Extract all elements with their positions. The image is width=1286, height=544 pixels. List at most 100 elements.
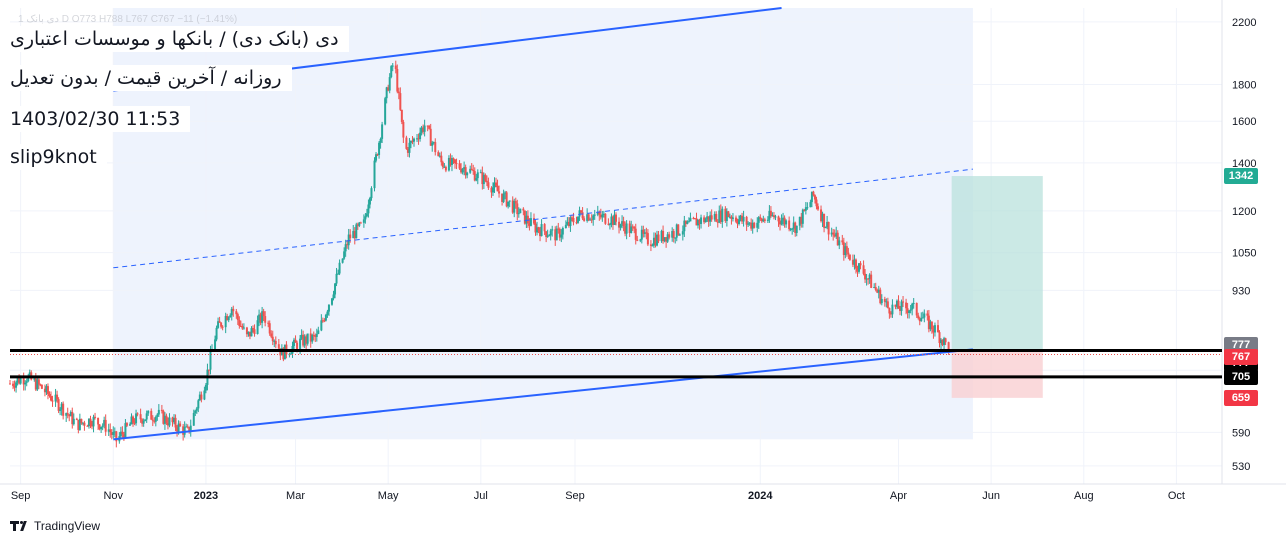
candle-body [12, 383, 15, 386]
candle-body [37, 379, 40, 385]
candle-body [83, 422, 86, 426]
candle-body [441, 162, 444, 167]
candle-body [242, 327, 245, 329]
candle-body [48, 393, 51, 397]
candle-body [264, 316, 267, 323]
candle-body [400, 109, 403, 122]
candle-body [886, 301, 889, 308]
price-tag-767: 767 [1224, 348, 1258, 365]
candle-body [845, 246, 848, 253]
candle-body [526, 215, 529, 224]
candle-body [936, 325, 939, 333]
candle-body [274, 340, 277, 345]
x-tick-label: Jul [474, 490, 488, 502]
x-tick-label: Jun [982, 490, 1000, 502]
candle-body [413, 138, 415, 142]
candle-body [160, 409, 163, 411]
candle-body [296, 342, 299, 350]
candle-body [912, 303, 915, 305]
candle-body [343, 251, 346, 259]
candle-body [92, 416, 95, 427]
candle-body [634, 228, 637, 240]
candle-body [678, 234, 681, 236]
candle-body [391, 65, 394, 67]
y-tick-label: 1200 [1232, 206, 1256, 218]
candle-body [454, 159, 457, 164]
candle-body [394, 65, 397, 70]
candle-body [320, 320, 323, 331]
candle-body [823, 213, 826, 228]
candle-body [615, 214, 617, 222]
candle-body [522, 208, 525, 211]
candle-body [452, 158, 455, 160]
candle-body [891, 304, 894, 315]
price-tag-1342: 1342 [1224, 168, 1258, 185]
candle-body [145, 413, 148, 420]
candle-body [59, 409, 62, 411]
candle-body [221, 326, 224, 328]
candle-body [734, 217, 737, 222]
candle-body [812, 191, 815, 196]
candle-body [458, 163, 461, 169]
candle-body [888, 307, 891, 314]
candle-body [848, 254, 851, 260]
candle-body [466, 172, 469, 176]
candle-body [330, 298, 333, 305]
candle-body [933, 325, 936, 333]
candle-body [909, 309, 912, 311]
candle-body [847, 252, 850, 255]
candle-body [507, 201, 510, 207]
candle-body [100, 426, 103, 430]
candle-body [9, 383, 11, 385]
candle-body [917, 315, 920, 319]
candle-body [581, 212, 584, 219]
candle-body [50, 396, 53, 401]
candle-body [915, 303, 918, 316]
candle-body [472, 169, 475, 172]
candle-body [540, 224, 543, 237]
tradingview-logo: TradingView [10, 519, 100, 533]
candle-body [487, 182, 490, 188]
candle-body [870, 274, 873, 288]
candle-body [569, 217, 572, 227]
candle-body [921, 317, 924, 319]
candle-body [710, 215, 713, 220]
candle-body [168, 417, 171, 426]
candle-body [766, 219, 769, 221]
candle-body [174, 417, 177, 428]
tradingview-label: TradingView [34, 519, 101, 533]
candle-body [832, 232, 835, 235]
candle-body [151, 419, 154, 421]
candle-body [250, 328, 253, 337]
x-tick-label: Nov [103, 490, 123, 502]
candle-body [57, 399, 60, 411]
candle-body [359, 222, 362, 224]
candle-body [639, 239, 642, 241]
candle-body [15, 382, 18, 388]
y-tick-label: 590 [1232, 427, 1250, 439]
candle-body [920, 318, 923, 322]
candle-body [396, 69, 399, 92]
y-tick-label: 1600 [1232, 116, 1256, 128]
candle-body [700, 217, 703, 224]
candle-body [179, 423, 182, 427]
x-tick-label: Aug [1074, 490, 1094, 502]
candle-body [437, 152, 440, 157]
candle-body [731, 217, 734, 219]
price-tag-659: 659 [1224, 389, 1258, 406]
candle-body [689, 217, 692, 222]
candle-body [341, 258, 344, 263]
candle-body [484, 174, 487, 181]
candle-body [344, 244, 347, 252]
candle-body [207, 369, 210, 371]
candle-body [715, 213, 718, 222]
candle-body [399, 93, 402, 110]
candle-body [388, 77, 391, 91]
candle-body [440, 155, 443, 163]
x-tick-label: 2024 [748, 490, 773, 502]
candle-body [362, 219, 365, 223]
candle-body [408, 142, 411, 153]
candle-body [537, 227, 540, 231]
candle-body [756, 222, 759, 228]
candle-body [431, 142, 434, 146]
